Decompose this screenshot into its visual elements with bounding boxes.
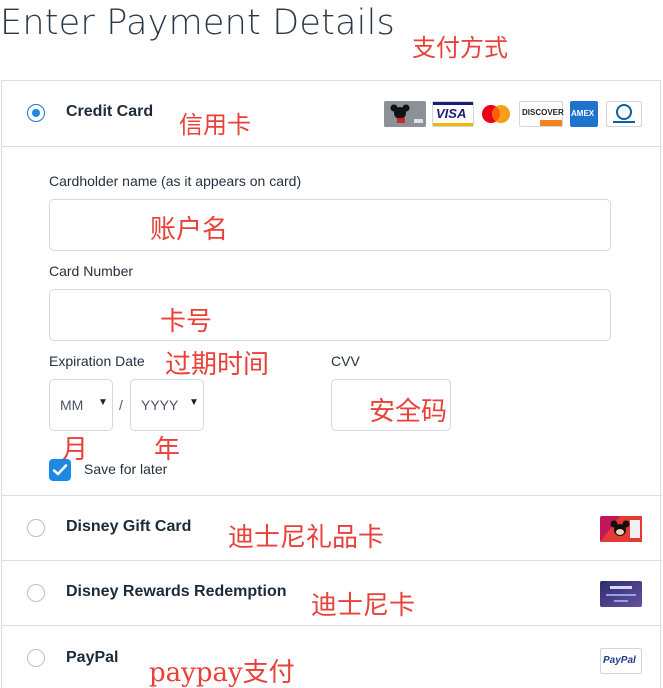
mastercard-logo: [479, 101, 513, 127]
cardholder-input[interactable]: [49, 199, 611, 251]
expiration-month-select[interactable]: MM ▼: [49, 379, 113, 431]
paypal-label: PayPal: [66, 649, 119, 666]
diners-club-logo: [606, 101, 642, 127]
chevron-down-icon: ▼: [98, 397, 108, 408]
chevron-down-icon: ▼: [189, 397, 199, 408]
cvv-label: CVV: [331, 353, 360, 369]
save-for-later-label: Save for later: [84, 461, 168, 477]
amex-logo: AMEX: [570, 101, 598, 127]
gift-card-logo: [600, 516, 642, 542]
paypal-radio[interactable]: [27, 649, 45, 667]
gift-card-radio[interactable]: [27, 519, 45, 537]
card-number-input[interactable]: [49, 289, 611, 341]
expiration-year-select[interactable]: YYYY ▼: [130, 379, 204, 431]
title-annotation: 支付方式: [412, 34, 508, 62]
cvv-annotation: 安全码: [369, 397, 448, 427]
rewards-option[interactable]: Disney Rewards Redemption 迪士尼卡: [2, 560, 662, 625]
card-number-label: Card Number: [49, 263, 134, 279]
gift-card-option[interactable]: Disney Gift Card 迪士尼礼品卡: [2, 495, 662, 560]
credit-card-label: Credit Card: [66, 103, 154, 120]
cardholder-annotation: 账户名: [150, 215, 229, 245]
paypal-option[interactable]: PayPal paypay支付 PayPal: [2, 625, 662, 688]
rewards-card-logo: [600, 581, 642, 607]
card-number-annotation: 卡号: [160, 307, 213, 337]
expiration-separator: /: [119, 397, 123, 413]
credit-card-form: Cardholder name (as it appears on card) …: [2, 146, 662, 495]
gift-card-label: Disney Gift Card: [66, 518, 192, 535]
credit-card-annotation: 信用卡: [179, 111, 251, 139]
gift-card-annotation: 迪士尼礼品卡: [228, 523, 385, 553]
credit-card-radio[interactable]: [27, 104, 45, 122]
rewards-radio[interactable]: [27, 584, 45, 602]
disney-visa-card-logo: [384, 101, 426, 127]
visa-logo: VISA: [432, 101, 474, 127]
page-title: Enter Payment Details: [0, 3, 395, 43]
rewards-annotation: 迪士尼卡: [311, 591, 416, 621]
discover-logo: DISCOVER: [519, 101, 564, 127]
paypal-annotation: paypay支付: [149, 658, 295, 688]
credit-card-option[interactable]: Credit Card 信用卡 VISA DISCOVER AMEX: [2, 81, 662, 146]
paypal-logo: PayPal: [600, 648, 642, 674]
save-for-later-checkbox[interactable]: [49, 459, 71, 481]
cardholder-label: Cardholder name (as it appears on card): [49, 173, 302, 189]
payment-methods-panel: Credit Card 信用卡 VISA DISCOVER AMEX Cardh…: [1, 80, 662, 688]
checkmark-icon: [52, 464, 68, 476]
expiration-label: Expiration Date: [49, 353, 145, 369]
expiration-annotation: 过期时间: [165, 350, 270, 380]
rewards-label: Disney Rewards Redemption: [66, 583, 287, 600]
